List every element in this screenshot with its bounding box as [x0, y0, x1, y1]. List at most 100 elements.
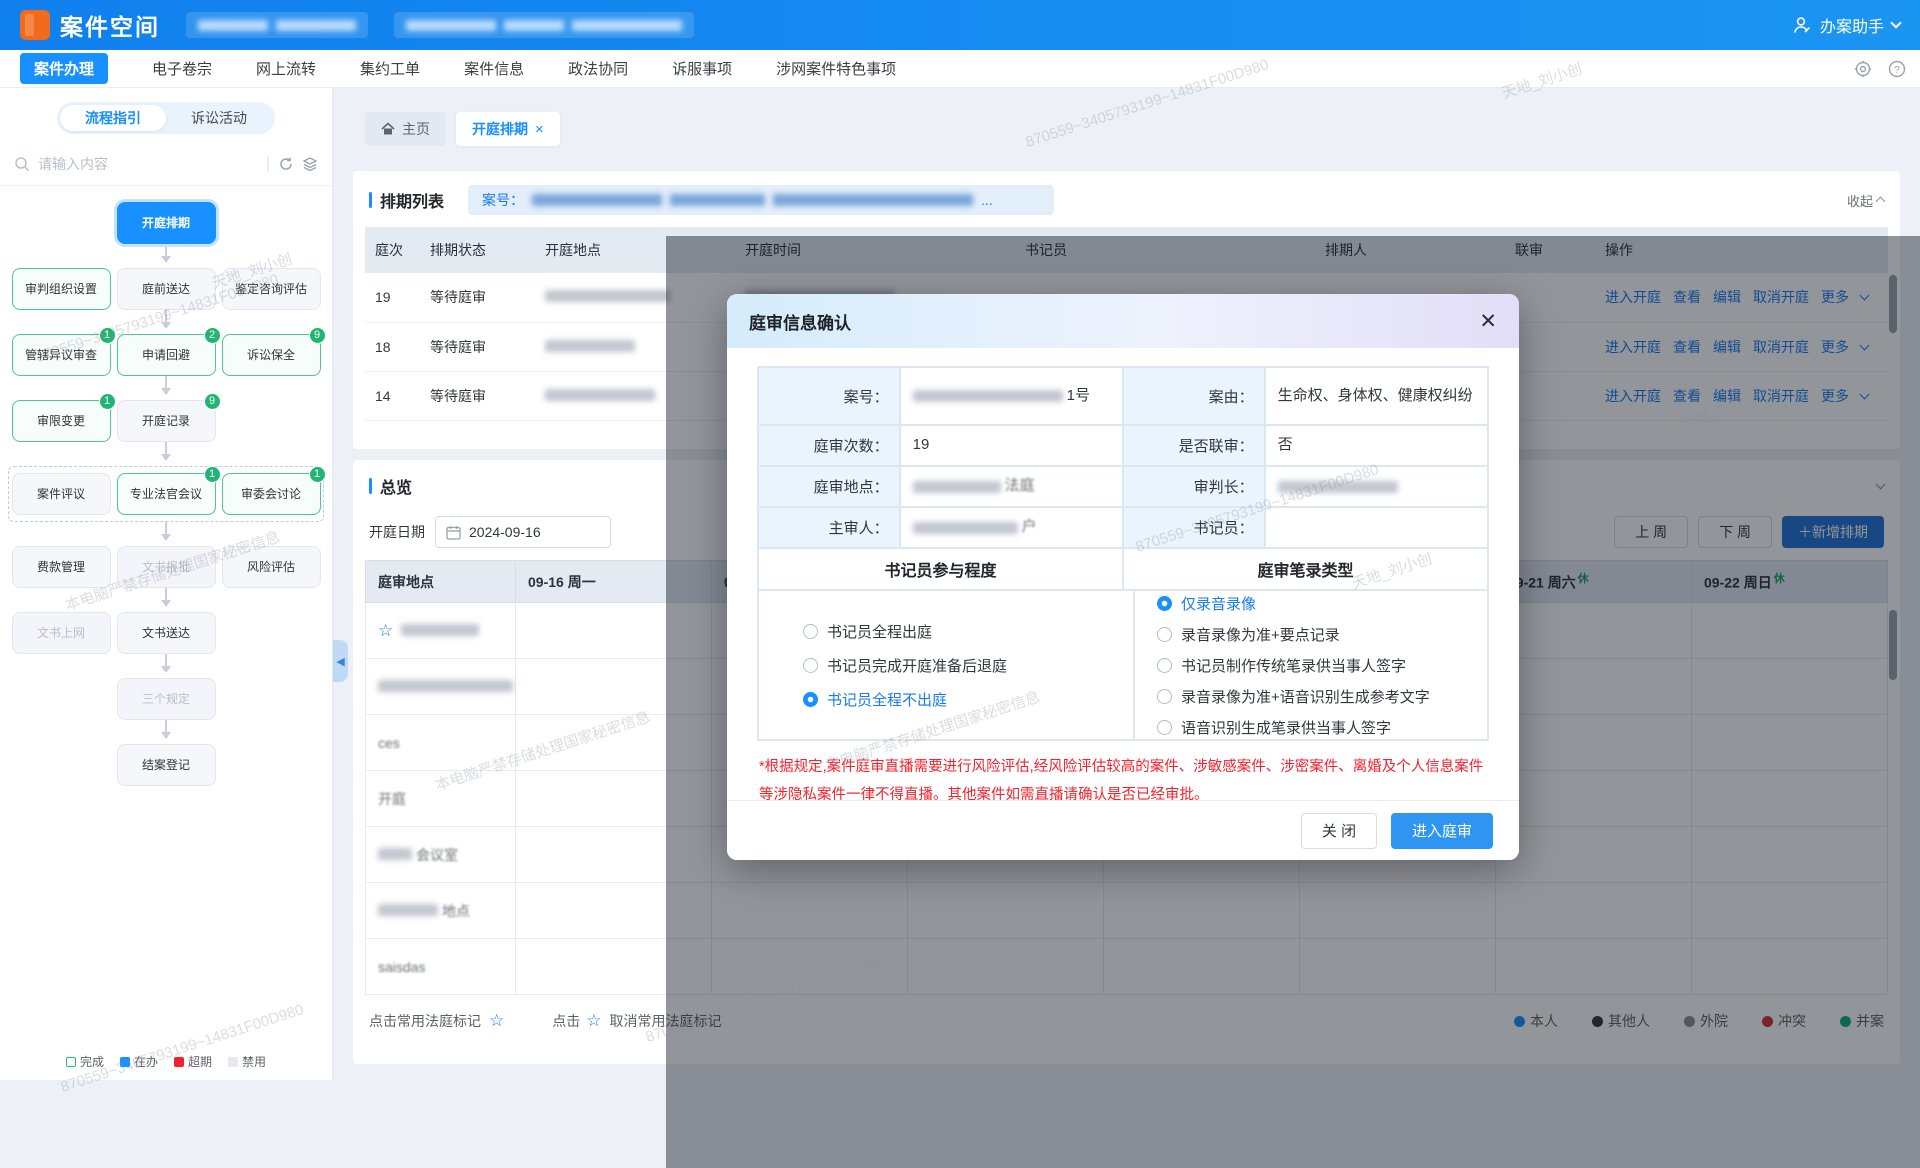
nav-item-service-matters[interactable]: 诉服事项	[672, 58, 732, 79]
case-no-label: 案号：	[482, 190, 524, 210]
flow-node-hearing-record[interactable]: 开庭记录9	[117, 400, 216, 442]
tab-process-guide[interactable]: 流程指引	[60, 105, 166, 131]
favorite-star-icon[interactable]: ☆	[378, 621, 393, 640]
flow-node-pretrial-delivery[interactable]: 庭前送达	[117, 268, 216, 310]
date-picker[interactable]: 2024-09-16	[435, 516, 611, 548]
flow-node-time-limit-change[interactable]: 审限变更1	[12, 400, 111, 442]
redacted-text	[913, 522, 1018, 534]
refresh-icon[interactable]	[278, 156, 294, 172]
flow-node-court-scheduling[interactable]: 开庭排期	[117, 202, 216, 244]
joint-trial-label: 是否联审：	[1123, 425, 1265, 466]
radio-speech-generated-transcript[interactable]: 语音识别生成笔录供当事人签字	[1157, 717, 1487, 738]
search-icon	[14, 156, 30, 172]
close-dialog-icon[interactable]: ✕	[1479, 309, 1497, 334]
nav-item-efiles[interactable]: 电子卷宗	[152, 58, 212, 79]
case-no-value: 1号	[900, 367, 1123, 425]
legend-overdue: 超期	[174, 1053, 212, 1070]
radio-traditional-transcript[interactable]: 书记员制作传统笔录供当事人签字	[1157, 655, 1487, 676]
help-icon[interactable]: ?	[1888, 60, 1906, 78]
flow-node-preservation[interactable]: 诉讼保全9	[222, 334, 321, 376]
radio-icon	[803, 658, 818, 673]
trial-info-dialog: 庭审信息确认 ✕ 案号： 1号 案由： 生命权、身体权、健康权纠纷 庭审次数： …	[727, 294, 1519, 860]
layers-icon[interactable]	[302, 156, 318, 172]
dialog-footer: 关 闭 进入庭审	[727, 800, 1519, 860]
tab-court-scheduling[interactable]: 开庭排期 ×	[456, 112, 560, 146]
flow-node-recusal[interactable]: 申请回避2	[117, 334, 216, 376]
redacted-text	[1278, 481, 1398, 493]
nav-item-case-info[interactable]: 案件信息	[464, 58, 524, 79]
flow-node-case-review[interactable]: 案件评议	[12, 473, 111, 515]
flow-node-judges-meeting[interactable]: 专业法官会议1	[117, 473, 216, 515]
redacted-text	[670, 194, 765, 206]
legend-done: 完成	[66, 1053, 104, 1070]
radio-clerk-leave-after-prep[interactable]: 书记员完成开庭准备后退庭	[803, 655, 1133, 676]
flow-node-trial-org[interactable]: 审判组织设置	[12, 268, 111, 310]
nav-item-work-orders[interactable]: 集约工单	[360, 58, 420, 79]
flow-node-case-closing[interactable]: 结案登记	[117, 744, 216, 786]
dialog-header: 庭审信息确认 ✕	[727, 294, 1519, 348]
flow-arrow	[161, 376, 171, 400]
sidebar-collapse-handle[interactable]: ◀	[333, 640, 348, 682]
cause-value: 生命权、身体权、健康权纠纷	[1265, 367, 1488, 425]
radio-clerk-full-attend[interactable]: 书记员全程出庭	[803, 621, 1133, 642]
flow-node-fee-management[interactable]: 费款管理	[12, 546, 111, 588]
favorite-star-icon[interactable]: ☆	[489, 1011, 504, 1031]
tab-home[interactable]: 主页	[365, 112, 446, 146]
flow-node-doc-publish[interactable]: 文书上网	[12, 612, 111, 654]
enter-trial-button[interactable]: 进入庭审	[1391, 813, 1493, 849]
nav-item-internet-cases[interactable]: 涉网案件特色事项	[776, 58, 896, 79]
radio-av-plus-speech-reference[interactable]: 录音录像为准+语音识别生成参考文字	[1157, 686, 1487, 707]
assistant-menu[interactable]: 办案助手	[1792, 13, 1900, 37]
radio-av-plus-keypoints[interactable]: 录音录像为准+要点记录	[1157, 624, 1487, 645]
nav-item-online-transfer[interactable]: 网上流转	[256, 58, 316, 79]
header-case-chip-2	[394, 12, 694, 38]
flow-node-risk-assessment[interactable]: 风险评估	[222, 546, 321, 588]
legend-overdue-swatch	[174, 1057, 184, 1067]
radio-icon	[1157, 596, 1172, 611]
redacted-text	[913, 390, 1063, 402]
header-case-chip-1	[186, 12, 368, 38]
flow-node-doc-delivery[interactable]: 文书送达	[117, 612, 216, 654]
flow-arrow	[161, 522, 171, 546]
participation-options: 书记员全程出庭 书记员完成开庭准备后退庭 书记员全程不出庭	[758, 590, 1134, 740]
legend-done-swatch	[66, 1057, 76, 1067]
redacted-text	[545, 290, 670, 302]
radio-icon	[803, 692, 818, 707]
close-button[interactable]: 关 闭	[1301, 813, 1377, 849]
flow-node-jurisdiction-objection[interactable]: 管辖异议审查1	[12, 334, 111, 376]
redacted-text	[378, 904, 438, 916]
page-tabbar: 主页 开庭排期 ×	[365, 112, 560, 146]
favorite-star-icon[interactable]: ☆	[586, 1011, 601, 1031]
collapse-section-button[interactable]: 收起	[1847, 191, 1884, 210]
schedule-section-title: 排期列表	[380, 188, 444, 212]
redacted-text	[504, 20, 564, 31]
process-flowchart: 开庭排期 审判组织设置 庭前送达 鉴定咨询评估 管辖异议审查1 申请回避2 诉讼…	[0, 186, 332, 786]
search-input[interactable]	[38, 156, 258, 172]
flow-node-appraisal[interactable]: 鉴定咨询评估	[222, 268, 321, 310]
room-label: 地点	[442, 903, 470, 919]
calendar-icon	[446, 525, 461, 540]
ellipsis: ...	[981, 192, 993, 208]
flow-node-doc-approval[interactable]: 文书报批	[117, 546, 216, 588]
case-number-pill: 案号： ...	[468, 185, 1054, 215]
legend-disabled-swatch	[228, 1057, 238, 1067]
app-title: 案件空间	[60, 8, 160, 42]
main-nav: 案件办理 电子卷宗 网上流转 集约工单 案件信息 政法协同 诉服事项 涉网案件特…	[0, 50, 1920, 88]
redacted-text	[276, 20, 356, 31]
flow-node-three-rules[interactable]: 三个规定	[117, 678, 216, 720]
home-icon	[381, 122, 395, 136]
nav-item-case-handling[interactable]: 案件办理	[20, 53, 108, 84]
click-hint: 点击	[552, 1011, 580, 1031]
sidebar: 流程指引 诉讼活动 | 开庭排期 审判组织设置 庭前送达 鉴定咨询评估 管辖异议…	[0, 88, 333, 1080]
radio-av-only[interactable]: 仅录音录像	[1157, 593, 1487, 614]
radio-clerk-absent[interactable]: 书记员全程不出庭	[803, 689, 1133, 710]
sidebar-tabs: 流程指引 诉讼活动	[57, 102, 275, 134]
flow-node-committee-discussion[interactable]: 审委会讨论1	[222, 473, 321, 515]
tab-litigation-activity[interactable]: 诉讼活动	[166, 105, 272, 131]
chevron-down-icon	[1890, 17, 1901, 28]
close-tab-icon[interactable]: ×	[535, 121, 544, 138]
nav-item-legal-coop[interactable]: 政法协同	[568, 58, 628, 79]
gear-icon[interactable]	[1854, 60, 1872, 78]
radio-icon	[803, 624, 818, 639]
date-value: 2024-09-16	[469, 524, 541, 540]
